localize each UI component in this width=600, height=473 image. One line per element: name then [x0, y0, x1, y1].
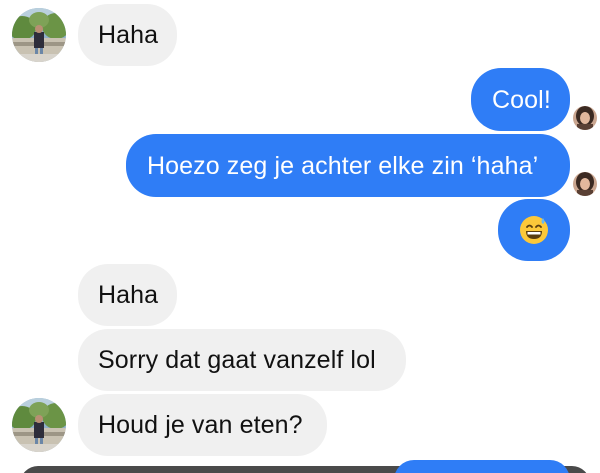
outgoing-emoji-message[interactable]: [498, 199, 570, 261]
read-receipt-photo: [573, 106, 597, 130]
message-text: Sorry dat gaat vanzelf lol: [98, 346, 376, 374]
message-text: Cool!: [492, 85, 551, 114]
chat-thread: Haha Cool! Hoezo zeg je achter elke zin …: [0, 0, 600, 473]
contact-avatar-photo: [12, 398, 66, 452]
incoming-message[interactable]: Sorry dat gaat vanzelf lol: [78, 329, 406, 391]
contact-avatar[interactable]: [12, 398, 66, 452]
read-receipt-avatar: [573, 106, 597, 130]
message-text: Haha: [98, 281, 159, 309]
outgoing-message-partial[interactable]: [394, 460, 570, 473]
grinning-sweat-emoji-icon: [498, 199, 570, 261]
incoming-message[interactable]: Haha: [78, 4, 177, 66]
outgoing-message[interactable]: Cool!: [471, 68, 570, 131]
read-receipt-photo: [573, 172, 597, 196]
contact-avatar[interactable]: [12, 8, 66, 62]
message-text: Hoezo zeg je achter elke zin ‘haha’: [147, 151, 539, 180]
outgoing-message[interactable]: Hoezo zeg je achter elke zin ‘haha’: [126, 134, 570, 197]
message-text: Haha: [98, 21, 159, 49]
message-text: Houd je van eten?: [98, 411, 303, 439]
contact-avatar-photo: [12, 8, 66, 62]
read-receipt-avatar: [573, 172, 597, 196]
incoming-message[interactable]: Houd je van eten?: [78, 394, 327, 456]
incoming-message[interactable]: Haha: [78, 264, 177, 326]
